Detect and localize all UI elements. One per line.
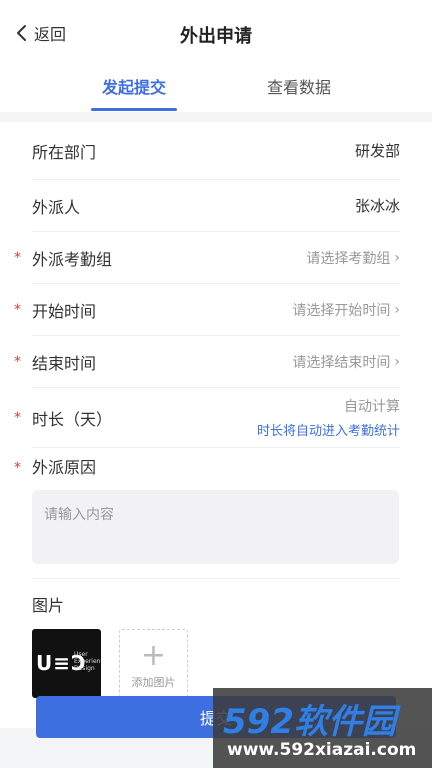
required-mark: * xyxy=(14,250,21,266)
attendance-group-label: 外派考勤组 xyxy=(32,249,113,269)
attendance-group-placeholder: 请选择考勤组 xyxy=(306,250,391,267)
required-mark: * xyxy=(14,410,21,426)
tab-active-indicator xyxy=(91,108,177,111)
start-time-picker[interactable]: 请选择开始时间 › xyxy=(292,300,400,320)
duration-value-group: 自动计算 时长将自动进入考勤统计 xyxy=(257,396,400,439)
chevron-right-icon: › xyxy=(394,301,400,318)
plus-icon: + xyxy=(140,638,167,673)
end-time-picker[interactable]: 请选择结束时间 › xyxy=(292,352,400,372)
chevron-right-icon: › xyxy=(394,353,400,370)
watermark-site: www.592xiazai.com xyxy=(227,740,417,760)
add-image-button[interactable]: + 添加图片 xyxy=(119,629,188,698)
department-row: 所在部门 研发部 xyxy=(32,122,400,180)
end-time-row[interactable]: 结束时间 请选择结束时间 › xyxy=(32,336,400,388)
reason-row: 外派原因 xyxy=(32,448,400,484)
dispatcher-value: 张冰冰 xyxy=(354,197,400,215)
start-time-placeholder: 请选择开始时间 xyxy=(292,302,391,319)
tab-submit[interactable]: 发起提交 xyxy=(64,74,204,98)
add-image-label: 添加图片 xyxy=(131,676,176,689)
chevron-right-icon: › xyxy=(394,249,400,266)
application-form: 所在部门 研发部 外派人 张冰冰 * 外派考勤组 请选择考勤组 › * 开始时间… xyxy=(0,122,432,728)
images-label: 图片 xyxy=(32,596,65,615)
required-mark: * xyxy=(14,302,21,318)
tab-view-data[interactable]: 查看数据 xyxy=(229,74,369,98)
image-thumbnail[interactable]: U≡Ɔ User Experience Design xyxy=(32,629,101,698)
watermark: 592软件园 www.592xiazai.com xyxy=(213,688,432,768)
start-time-label: 开始时间 xyxy=(32,301,97,321)
department-value: 研发部 xyxy=(354,142,400,160)
required-mark: * xyxy=(14,354,21,370)
dispatcher-row: 外派人 张冰冰 xyxy=(32,180,400,232)
duration-row: 时长（天） 自动计算 时长将自动进入考勤统计 xyxy=(32,388,400,448)
department-label: 所在部门 xyxy=(32,142,97,162)
dispatcher-label: 外派人 xyxy=(32,197,81,217)
duration-value: 自动计算 xyxy=(344,399,400,415)
divider xyxy=(32,578,400,579)
reason-label: 外派原因 xyxy=(32,458,97,477)
attendance-group-row[interactable]: 外派考勤组 请选择考勤组 › xyxy=(32,232,400,284)
end-time-placeholder: 请选择结束时间 xyxy=(292,354,391,371)
thumbnail-caption: User Experience Design xyxy=(74,651,101,672)
duration-hint: 时长将自动进入考勤统计 xyxy=(256,424,400,439)
tab-bar: 发起提交 查看数据 xyxy=(0,64,432,112)
page-title: 外出申请 xyxy=(180,26,252,47)
end-time-label: 结束时间 xyxy=(32,353,97,373)
reason-textarea[interactable]: 请输入内容 xyxy=(32,490,399,564)
attendance-group-picker[interactable]: 请选择考勤组 › xyxy=(306,248,400,268)
start-time-row[interactable]: 开始时间 请选择开始时间 › xyxy=(32,284,400,336)
nav-bar: 返回 外出申请 xyxy=(0,0,432,64)
required-mark: * xyxy=(14,460,21,476)
duration-label: 时长（天） xyxy=(32,409,113,429)
watermark-brand: 592软件园 xyxy=(223,702,396,742)
